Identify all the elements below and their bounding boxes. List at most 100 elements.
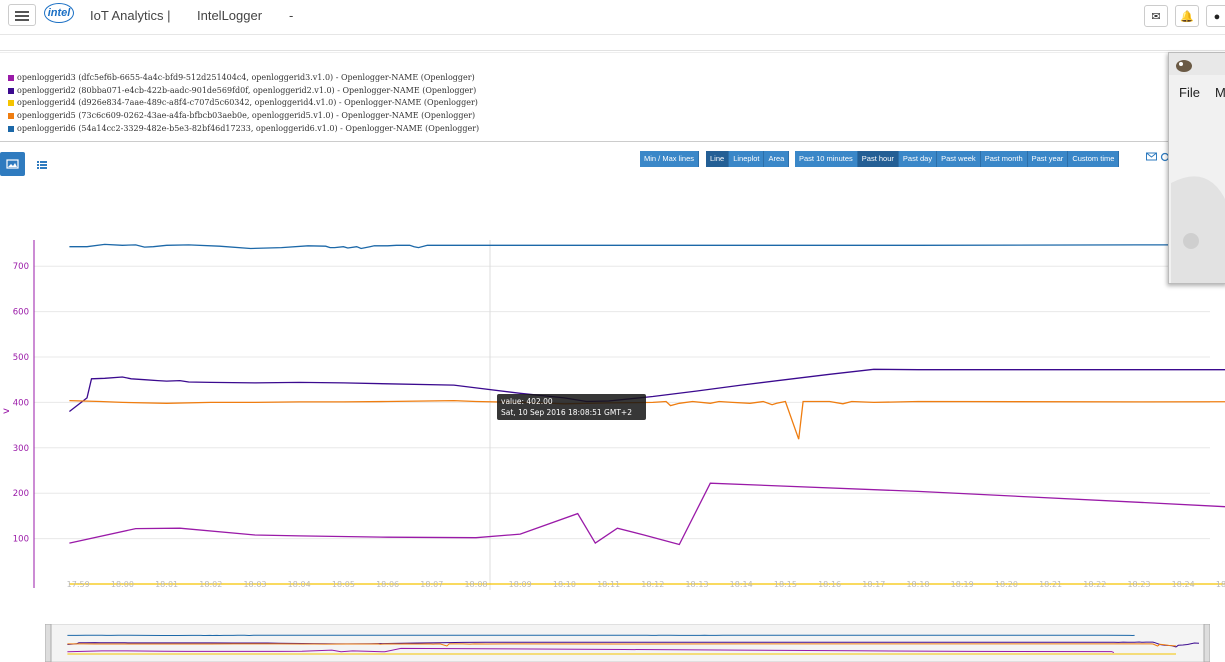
x-tick-label: 18:01: [155, 580, 178, 589]
chart-type-group: Line Lineplot Area: [706, 151, 790, 167]
overlay-window: File M: [1168, 52, 1225, 284]
x-tick-label: 18:14: [730, 580, 753, 589]
range-past-month[interactable]: Past month: [980, 151, 1028, 167]
range-custom-time[interactable]: Custom time: [1068, 151, 1120, 167]
legend-label: openloggerid2 (80bba071-e4cb-422b-aadc-9…: [17, 85, 477, 95]
intel-logo: intel: [44, 3, 74, 23]
legend-separator: [0, 141, 1168, 142]
legend-swatch: [8, 125, 14, 132]
tooltip-date: Sat, 10 Sep 2016 18:08:51 GMT+2: [501, 408, 632, 417]
range-past-hour[interactable]: Past hour: [857, 151, 899, 167]
time-range-group: Past 10 minutes Past hour Past day Past …: [795, 151, 1120, 167]
navigator-right-handle[interactable]: [1203, 624, 1210, 662]
series-line-openloggerid2[interactable]: [69, 367, 1225, 455]
list-view-button[interactable]: [36, 158, 48, 170]
x-tick-label: 18:00: [111, 580, 134, 589]
x-tick-label: 18:08: [464, 580, 487, 589]
x-tick-label: 17:59: [67, 580, 90, 589]
menu-file[interactable]: File: [1179, 85, 1200, 100]
y-tick-label: 100: [13, 535, 29, 545]
legend-item[interactable]: openloggerid4 (d926e834-7aae-489c-a8f4-c…: [8, 97, 479, 110]
app-dash: -: [289, 8, 294, 23]
x-tick-label: 18:12: [641, 580, 664, 589]
legend-label: openloggerid6 (54a14cc2-3329-482e-b5e3-8…: [17, 123, 480, 133]
menu-m[interactable]: M: [1215, 85, 1225, 100]
x-tick-label: 18:20: [995, 580, 1018, 589]
minmax-button[interactable]: Min / Max lines: [640, 151, 700, 167]
chart-type-lineplot[interactable]: Lineplot: [729, 151, 765, 167]
navigator-left-handle[interactable]: [45, 624, 52, 662]
series-line-openloggerid5[interactable]: [69, 399, 1225, 440]
tooltip-value: value: 402.00: [501, 397, 553, 406]
x-tick-label: 18:22: [1083, 580, 1106, 589]
legend-label: openloggerid5 (73c6c609-0262-43ae-a4fa-b…: [17, 111, 476, 121]
series-lines: [69, 243, 1225, 585]
y-axis-label: v: [1, 408, 12, 414]
chart-type-line[interactable]: Line: [706, 151, 730, 167]
chart-legend: openloggerid3 (dfc5ef6b-6655-4a4c-bfd9-5…: [8, 72, 479, 135]
legend-swatch: [8, 75, 14, 81]
x-tick-label: 18:07: [420, 580, 443, 589]
x-tick-label: 18:24: [1172, 580, 1195, 589]
x-tick-label: 18:04: [288, 580, 311, 589]
legend-swatch: [8, 87, 14, 94]
y-tick-label: 600: [13, 308, 29, 318]
x-tick-label: 18:06: [376, 580, 399, 589]
header-divider: [0, 50, 1225, 53]
legend-swatch: [8, 100, 14, 107]
navigator[interactable]: [45, 624, 1210, 662]
x-tick-label: 18:16: [818, 580, 841, 589]
range-past-year[interactable]: Past year: [1027, 151, 1069, 167]
minmax-group: Min / Max lines: [640, 151, 700, 167]
legend-item[interactable]: openloggerid5 (73c6c609-0262-43ae-a4fa-b…: [8, 110, 479, 123]
legend-item[interactable]: openloggerid2 (80bba071-e4cb-422b-aadc-9…: [8, 85, 479, 98]
app-subtitle: IntelLogger: [197, 8, 263, 23]
image-icon: [6, 159, 19, 169]
y-tick-label: 400: [13, 398, 29, 408]
legend-label: openloggerid3 (dfc5ef6b-6655-4a4c-bfd9-5…: [17, 73, 475, 82]
gimp-icon: [1176, 60, 1192, 72]
header-band: [0, 34, 1225, 51]
x-tick-label: 18:10: [553, 580, 576, 589]
y-tick-label: 200: [13, 489, 29, 499]
x-tick-label: 18:11: [597, 580, 620, 589]
range-past-10-minutes[interactable]: Past 10 minutes: [795, 151, 858, 167]
menu-icon[interactable]: [8, 4, 36, 26]
x-tick-label: 18:23: [1127, 580, 1150, 589]
range-past-day[interactable]: Past day: [898, 151, 938, 167]
x-tick-label: 18:17: [862, 580, 885, 589]
x-tick-label: 18:15: [774, 580, 797, 589]
range-past-week[interactable]: Past week: [937, 151, 981, 167]
y-tick-labels: 100 200 300 400 500 600 700: [13, 262, 29, 544]
email-chart-icon[interactable]: [1146, 152, 1158, 162]
y-tick-label: 700: [13, 262, 29, 272]
list-icon: [37, 161, 47, 169]
chart-type-area[interactable]: Area: [764, 151, 790, 167]
legend-label: openloggerid4 (d926e834-7aae-489c-a8f4-c…: [17, 98, 478, 108]
envelope-icon[interactable]: ✉: [1144, 5, 1168, 27]
legend-item[interactable]: openloggerid6 (54a14cc2-3329-482e-b5e3-8…: [8, 123, 479, 136]
series-line-openloggerid6[interactable]: [69, 243, 1225, 250]
x-tick-label: 18:21: [1039, 580, 1062, 589]
series-line-openloggerid3[interactable]: [69, 482, 1225, 559]
x-tick-label: 18:05: [332, 580, 355, 589]
x-tick-label: 18:18: [906, 580, 929, 589]
x-tick-label: 18:13: [685, 580, 708, 589]
value-tooltip: value: 402.00 Sat, 10 Sep 2016 18:08:51 …: [497, 394, 646, 420]
x-tick-label: 18:19: [951, 580, 974, 589]
x-tick-label: 18:25: [1216, 580, 1225, 589]
x-tick-label: 18:02: [199, 580, 222, 589]
legend-swatch: [8, 113, 14, 120]
top-navbar: intel IoT Analytics | IntelLogger - ✉ 🔔 …: [0, 0, 1225, 35]
user-icon[interactable]: ●: [1206, 5, 1225, 27]
x-tick-label: 18:03: [243, 580, 266, 589]
app-title: IoT Analytics |: [90, 8, 171, 23]
y-tick-label: 500: [13, 353, 29, 363]
x-tick-label: 18:09: [509, 580, 532, 589]
bell-icon[interactable]: 🔔: [1175, 5, 1199, 27]
overlay-titlebar: [1169, 53, 1225, 75]
chart-view-button[interactable]: [0, 152, 25, 176]
legend-item[interactable]: openloggerid3 (dfc5ef6b-6655-4a4c-bfd9-5…: [8, 72, 479, 85]
overlay-graphic: [1171, 176, 1225, 283]
y-tick-label: 300: [13, 444, 29, 454]
